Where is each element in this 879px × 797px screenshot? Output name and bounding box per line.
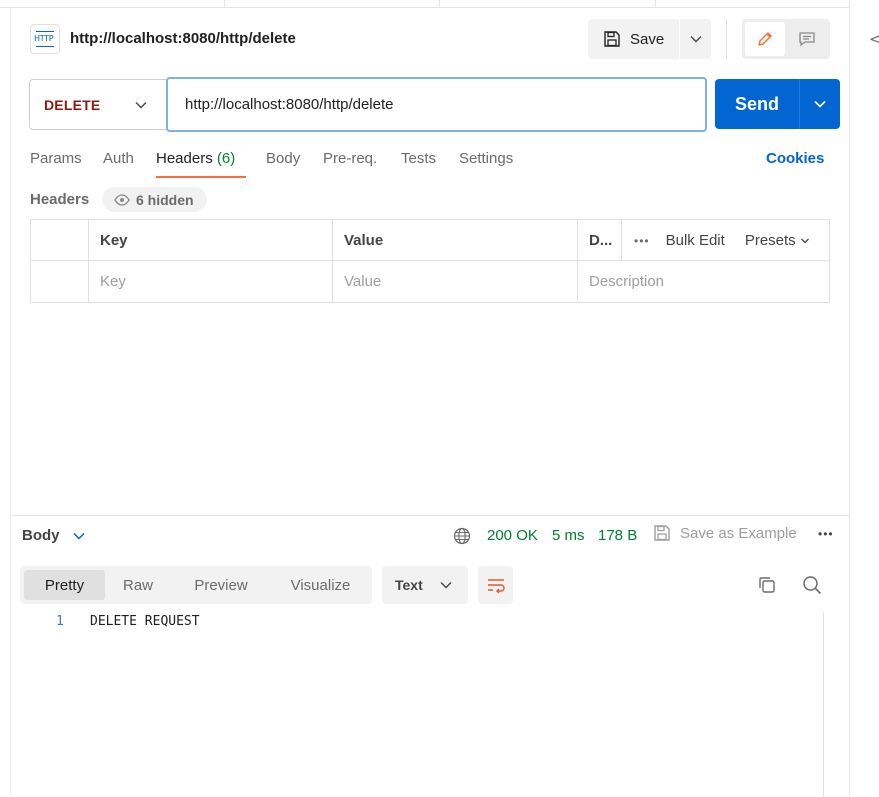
chevron-down-icon <box>135 102 147 109</box>
http-badge-label: HTTP <box>34 34 54 43</box>
wrap-text-icon <box>487 579 505 594</box>
more-options-icon[interactable]: ••• <box>634 234 650 248</box>
response-body-line: DELETE REQUEST <box>90 614 200 629</box>
tab-headers-count: (6) <box>216 150 236 167</box>
send-options-button[interactable] <box>800 79 840 129</box>
floppy-disk-icon <box>654 525 670 541</box>
column-header-value: Value <box>332 220 577 261</box>
edit-mode-button[interactable] <box>745 22 785 56</box>
more-options-icon[interactable]: ••• <box>818 527 834 541</box>
tab-auth[interactable]: Auth <box>103 150 134 178</box>
presets-label: Presets <box>744 232 796 249</box>
save-as-example-label: Save as Example <box>680 524 797 542</box>
save-button-group: Save <box>588 19 711 59</box>
key-input[interactable]: Key <box>88 261 332 302</box>
headers-section-title: Headers <box>30 191 90 208</box>
globe-icon[interactable] <box>453 527 471 545</box>
chevron-down-icon <box>690 36 701 43</box>
request-title[interactable]: http://localhost:8080/http/delete <box>70 30 296 47</box>
tab-divider <box>439 0 440 8</box>
table-header-row: Key Value D... ••• Bulk Edit Presets <box>31 220 829 261</box>
value-input[interactable]: Value <box>332 261 577 302</box>
chevron-down-icon[interactable] <box>72 530 86 542</box>
response-view-tabs: Pretty Raw Preview Visualize <box>20 566 372 604</box>
tab-prereq[interactable]: Pre-req. <box>323 150 377 178</box>
copy-icon[interactable] <box>757 575 777 595</box>
cookies-link[interactable]: Cookies <box>766 150 824 167</box>
mode-toggle <box>742 19 830 59</box>
hidden-headers-toggle[interactable]: 6 hidden <box>102 187 207 212</box>
floppy-disk-icon <box>604 31 620 47</box>
left-border <box>10 8 11 797</box>
active-tab-indicator <box>156 176 246 178</box>
save-button[interactable]: Save <box>588 19 679 59</box>
send-button[interactable]: Send <box>715 79 799 129</box>
save-label: Save <box>630 30 665 48</box>
view-tab-raw[interactable]: Raw <box>108 570 168 600</box>
chevron-down-icon <box>800 238 809 244</box>
line-number: 1 <box>56 614 64 629</box>
tab-body[interactable]: Body <box>266 150 300 178</box>
right-sidebar: </ <box>849 0 879 797</box>
response-section-label[interactable]: Body <box>22 527 60 544</box>
comment-icon <box>799 32 815 47</box>
table-tools: ••• Bulk Edit Presets <box>621 220 829 261</box>
response-size[interactable]: 178 B <box>598 527 637 544</box>
response-time[interactable]: 5 ms <box>552 527 585 544</box>
http-request-icon: HTTP <box>30 24 60 54</box>
select-all-cell <box>31 220 88 261</box>
tab-tests[interactable]: Tests <box>401 150 436 178</box>
headers-table: Key Value D... ••• Bulk Edit Presets Key… <box>30 219 830 303</box>
response-divider[interactable] <box>10 515 849 516</box>
view-tab-preview[interactable]: Preview <box>180 570 262 600</box>
chevron-down-icon <box>814 100 826 108</box>
tab-headers[interactable]: Headers (6) <box>156 150 235 178</box>
presets-button[interactable]: Presets <box>745 232 810 249</box>
editor-scrollbar[interactable] <box>823 612 824 797</box>
url-input[interactable] <box>166 77 707 132</box>
eye-icon <box>114 193 130 206</box>
format-label: Text <box>395 577 423 593</box>
column-header-key: Key <box>88 220 332 261</box>
tab-divider <box>655 0 656 8</box>
tab-headers-label: Headers <box>156 150 213 167</box>
row-checkbox-cell <box>31 261 88 302</box>
status-code[interactable]: 200 OK <box>487 527 538 544</box>
tab-settings[interactable]: Settings <box>459 150 513 178</box>
wrap-lines-button[interactable] <box>478 566 513 604</box>
method-select[interactable]: DELETE <box>29 79 169 130</box>
pencil-icon <box>758 32 772 46</box>
view-tab-visualize[interactable]: Visualize <box>276 570 365 600</box>
tab-params[interactable]: Params <box>30 150 82 178</box>
format-select[interactable]: Text <box>382 566 468 604</box>
bulk-edit-button[interactable]: Bulk Edit <box>666 232 725 249</box>
tab-strip <box>0 0 849 8</box>
code-icon[interactable]: </ <box>869 30 879 48</box>
send-button-group: Send <box>715 79 840 129</box>
save-as-example-button[interactable]: Save as Example <box>653 524 797 542</box>
table-row: Key Value Description <box>31 261 829 302</box>
view-tab-pretty[interactable]: Pretty <box>24 570 105 600</box>
save-options-button[interactable] <box>680 19 711 59</box>
method-label: DELETE <box>44 96 101 113</box>
comments-mode-button[interactable] <box>787 22 827 56</box>
hidden-headers-label: 6 hidden <box>136 191 194 208</box>
toolbar-divider <box>726 19 727 59</box>
search-icon[interactable] <box>802 575 822 595</box>
chevron-down-icon <box>440 582 452 589</box>
tab-divider <box>224 0 225 8</box>
arrow-line <box>36 31 54 32</box>
arrow-line <box>36 46 54 47</box>
column-header-description: D... <box>577 220 621 261</box>
description-input[interactable]: Description <box>577 261 829 302</box>
